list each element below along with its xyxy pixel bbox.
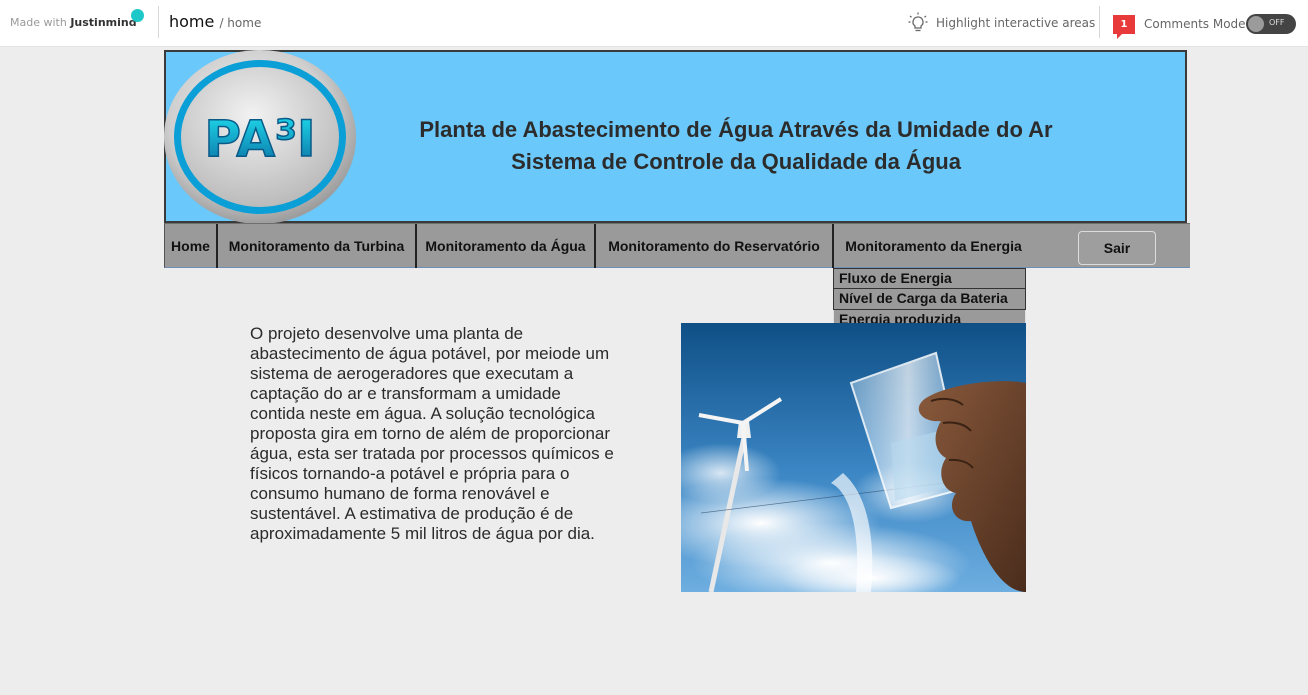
toggle-knob — [1248, 16, 1264, 32]
nav-item-agua[interactable]: Monitoramento da Água — [417, 224, 596, 268]
breadcrumb: home / home — [169, 12, 261, 31]
nav-item-energia[interactable]: Monitoramento da Energia — [834, 224, 1033, 268]
made-with-credit[interactable]: Made with Justinmind — [10, 16, 137, 29]
comments-label: Comments Mode — [1144, 17, 1246, 31]
prototype-toolbar: Made with Justinmind home / home Highlig… — [0, 0, 1308, 47]
nav-item-turbina[interactable]: Monitoramento da Turbina — [218, 224, 417, 268]
header-banner: PA³I Planta de Abastecimento de Água Atr… — [164, 50, 1187, 224]
nav-item-reservatorio[interactable]: Monitoramento do Reservatório — [596, 224, 834, 268]
highlight-label: Highlight interactive areas — [936, 16, 1096, 30]
nav-item-home[interactable]: Home — [165, 224, 218, 268]
comments-mode-toggle[interactable]: OFF — [1246, 14, 1296, 34]
menu-item-nivel-carga[interactable]: Nível de Carga da Bateria — [833, 289, 1026, 310]
lightbulb-icon — [908, 12, 928, 32]
main-nav: Home Monitoramento da Turbina Monitorame… — [164, 223, 1190, 268]
made-with-prefix: Made with — [10, 16, 67, 29]
toggle-label: OFF — [1269, 18, 1285, 27]
wind-turbine-water-photo — [681, 323, 1026, 592]
justinmind-logo-icon — [131, 9, 144, 22]
breadcrumb-main: home — [169, 12, 215, 31]
divider — [158, 6, 159, 38]
made-with-brand: Justinmind — [70, 16, 137, 29]
logo-text: PA³I — [204, 110, 315, 168]
comments-mode[interactable]: 1 Comments Mode — [1113, 13, 1246, 39]
menu-item-fluxo-energia[interactable]: Fluxo de Energia — [833, 268, 1026, 289]
comments-count-badge: 1 — [1113, 14, 1135, 39]
logout-button[interactable]: Sair — [1078, 231, 1156, 265]
pa3i-logo: PA³I — [164, 50, 356, 224]
project-description: O projeto desenvolve uma planta de abast… — [250, 324, 614, 543]
title-line-1: Planta de Abastecimento de Água Através … — [419, 117, 1053, 142]
highlight-interactive-button[interactable]: Highlight interactive areas — [908, 12, 1095, 34]
title-line-2: Sistema de Controle da Qualidade da Água — [511, 149, 961, 174]
breadcrumb-sub: / home — [219, 16, 262, 30]
divider — [1099, 6, 1100, 38]
energia-dropdown-menu: Fluxo de Energia Nível de Carga da Bater… — [833, 268, 1026, 331]
page-title: Planta de Abastecimento de Água Através … — [366, 114, 1106, 178]
